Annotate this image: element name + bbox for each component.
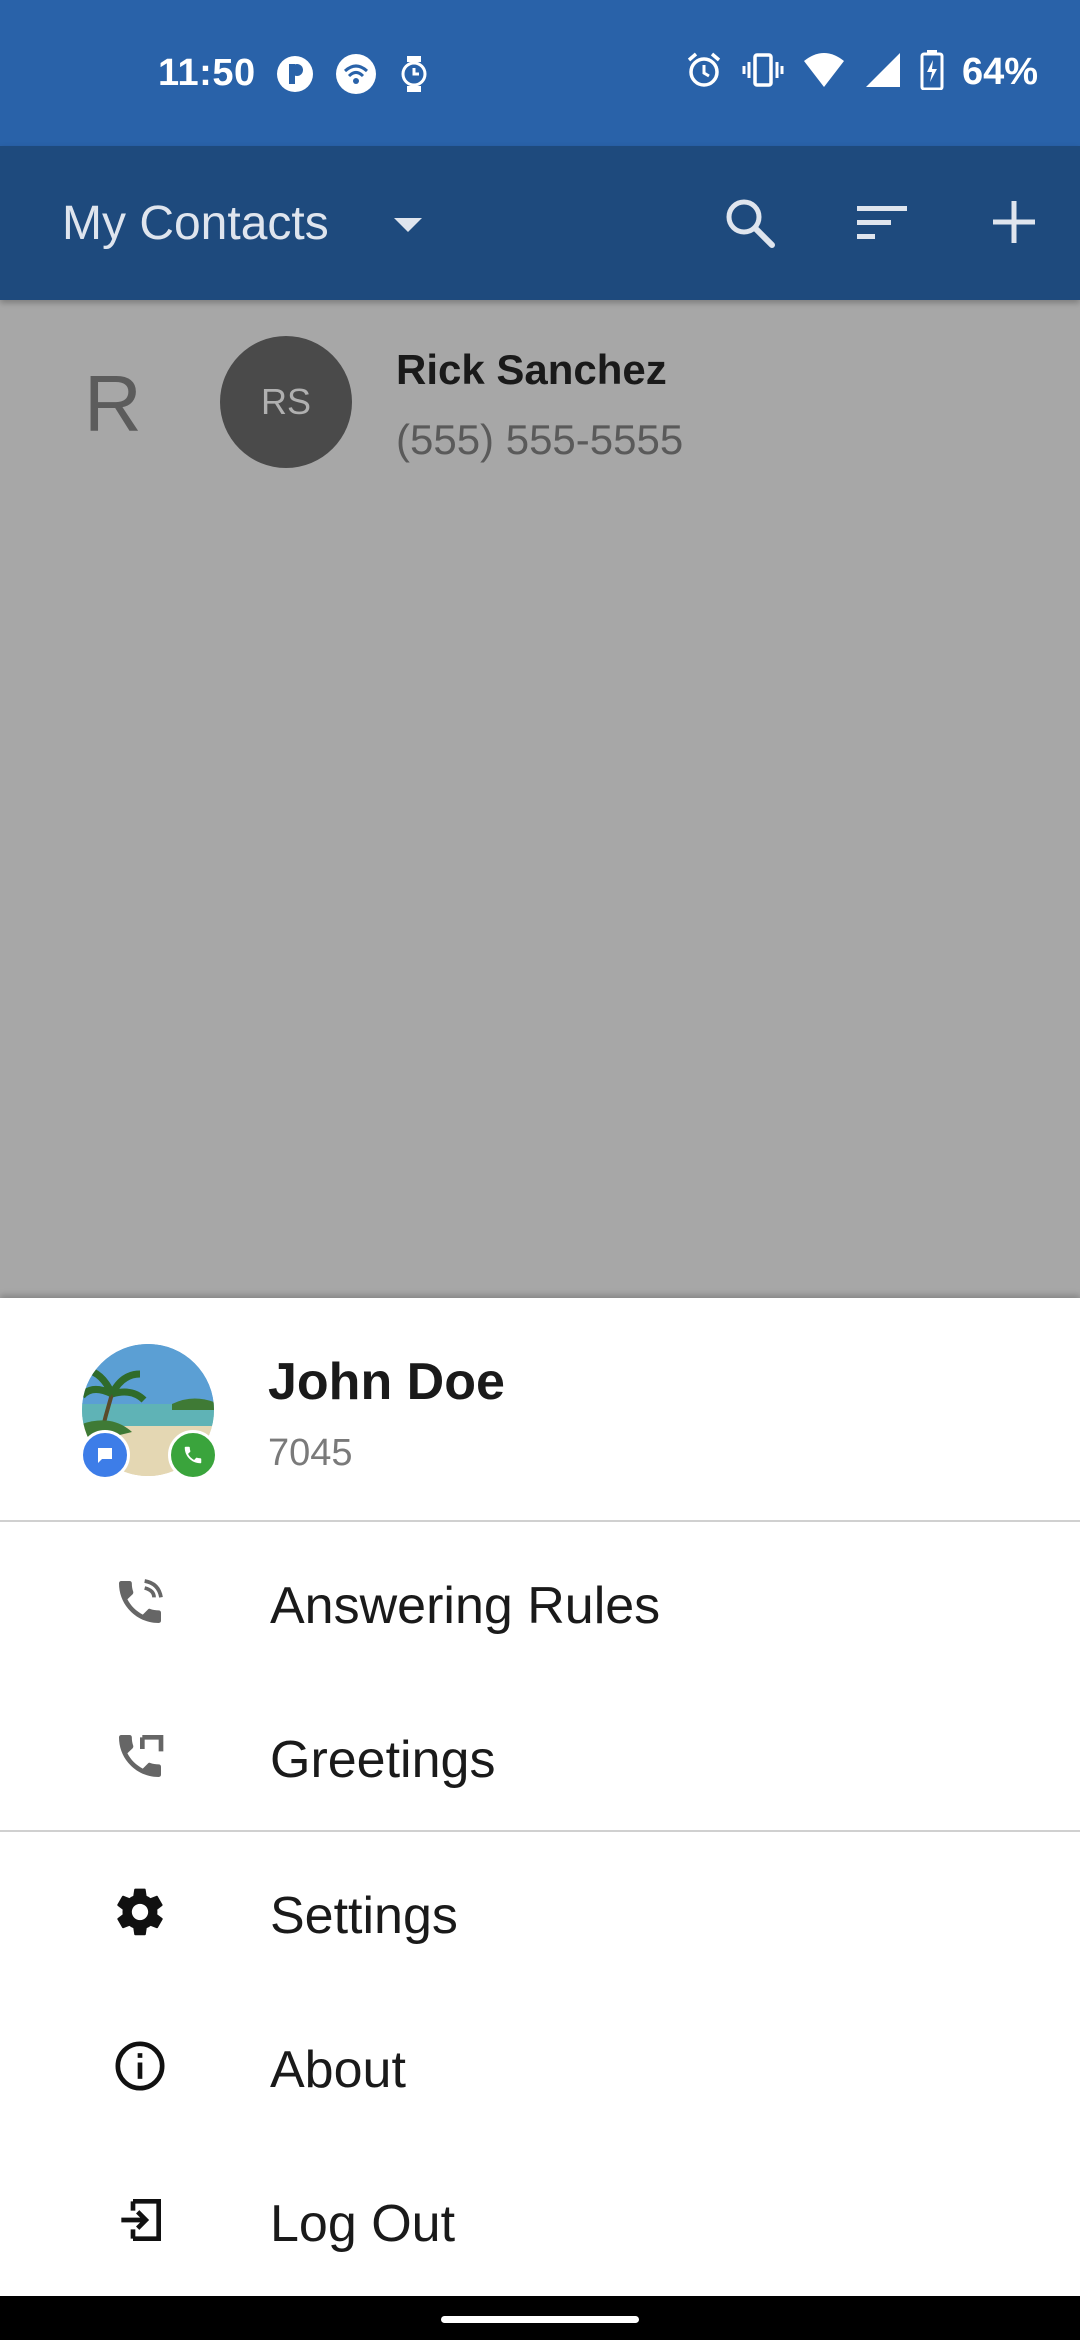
profile-name: John Doe — [268, 1353, 505, 1411]
alarm-icon — [684, 50, 724, 95]
search-button[interactable] — [713, 188, 785, 260]
status-icons-right: 64% — [684, 50, 1038, 95]
account-drawer: John Doe 7045 Answering Rules Greetings … — [0, 1298, 1080, 2296]
app-bar: My Contacts — [0, 146, 1080, 300]
menu-label: Answering Rules — [270, 1577, 661, 1635]
contact-avatar: RS — [220, 336, 352, 468]
section-letter: R — [84, 359, 142, 448]
contact-initials: RS — [260, 381, 311, 422]
menu-item-log-out[interactable]: Log Out — [0, 2144, 1080, 2294]
message-icon — [98, 1448, 112, 1463]
wifi-icon — [802, 51, 846, 94]
message-status-badge — [80, 1430, 130, 1480]
sort-button[interactable] — [846, 188, 918, 260]
contact-phone: (555) 555-5555 — [396, 416, 684, 463]
menu-item-greetings[interactable]: Greetings — [0, 1680, 1080, 1830]
menu-label: About — [270, 2041, 406, 2099]
battery-charging-icon — [920, 50, 944, 95]
sort-icon — [855, 202, 909, 247]
battery-percent: 64% — [961, 51, 1038, 93]
contact-name: Rick Sanchez — [396, 346, 667, 393]
info-icon — [112, 2038, 168, 2094]
menu-label: Settings — [270, 1887, 458, 1945]
status-time: 11:50 — [158, 52, 256, 94]
add-icon — [991, 199, 1037, 250]
divider — [0, 1830, 1080, 1832]
contacts-filter-title[interactable]: My Contacts — [62, 196, 329, 251]
search-icon — [722, 195, 776, 254]
menu-item-about[interactable]: About — [0, 1990, 1080, 2140]
phone-icon — [184, 1446, 202, 1464]
watch-icon — [397, 54, 431, 99]
logout-icon — [112, 2192, 168, 2248]
app-notification-icon — [275, 54, 315, 99]
vibrate-icon — [742, 50, 784, 95]
status-bar: 11:50 64% — [0, 0, 1080, 146]
signal-icon — [864, 51, 902, 94]
profile-header[interactable]: John Doe 7045 — [0, 1298, 1080, 1520]
call-status-badge — [168, 1430, 218, 1480]
dropdown-arrow-icon[interactable] — [392, 216, 424, 239]
menu-item-settings[interactable]: Settings — [0, 1836, 1080, 1986]
divider — [0, 1520, 1080, 1522]
menu-item-answering-rules[interactable]: Answering Rules — [0, 1526, 1080, 1676]
call-forward-icon — [112, 1574, 168, 1630]
profile-extension: 7045 — [268, 1432, 353, 1474]
gear-icon — [112, 1884, 168, 1940]
wifi-hotspot-icon — [335, 53, 377, 100]
add-contact-button[interactable] — [978, 188, 1050, 260]
contact-row[interactable]: RS Rick Sanchez (555) 555-5555 — [218, 336, 1018, 476]
menu-label: Greetings — [270, 1731, 496, 1789]
menu-label: Log Out — [270, 2195, 456, 2253]
call-greeting-icon — [112, 1728, 168, 1784]
status-icons-left — [275, 53, 431, 100]
home-gesture-handle[interactable] — [441, 2316, 639, 2323]
system-nav-bar — [0, 2296, 1080, 2340]
